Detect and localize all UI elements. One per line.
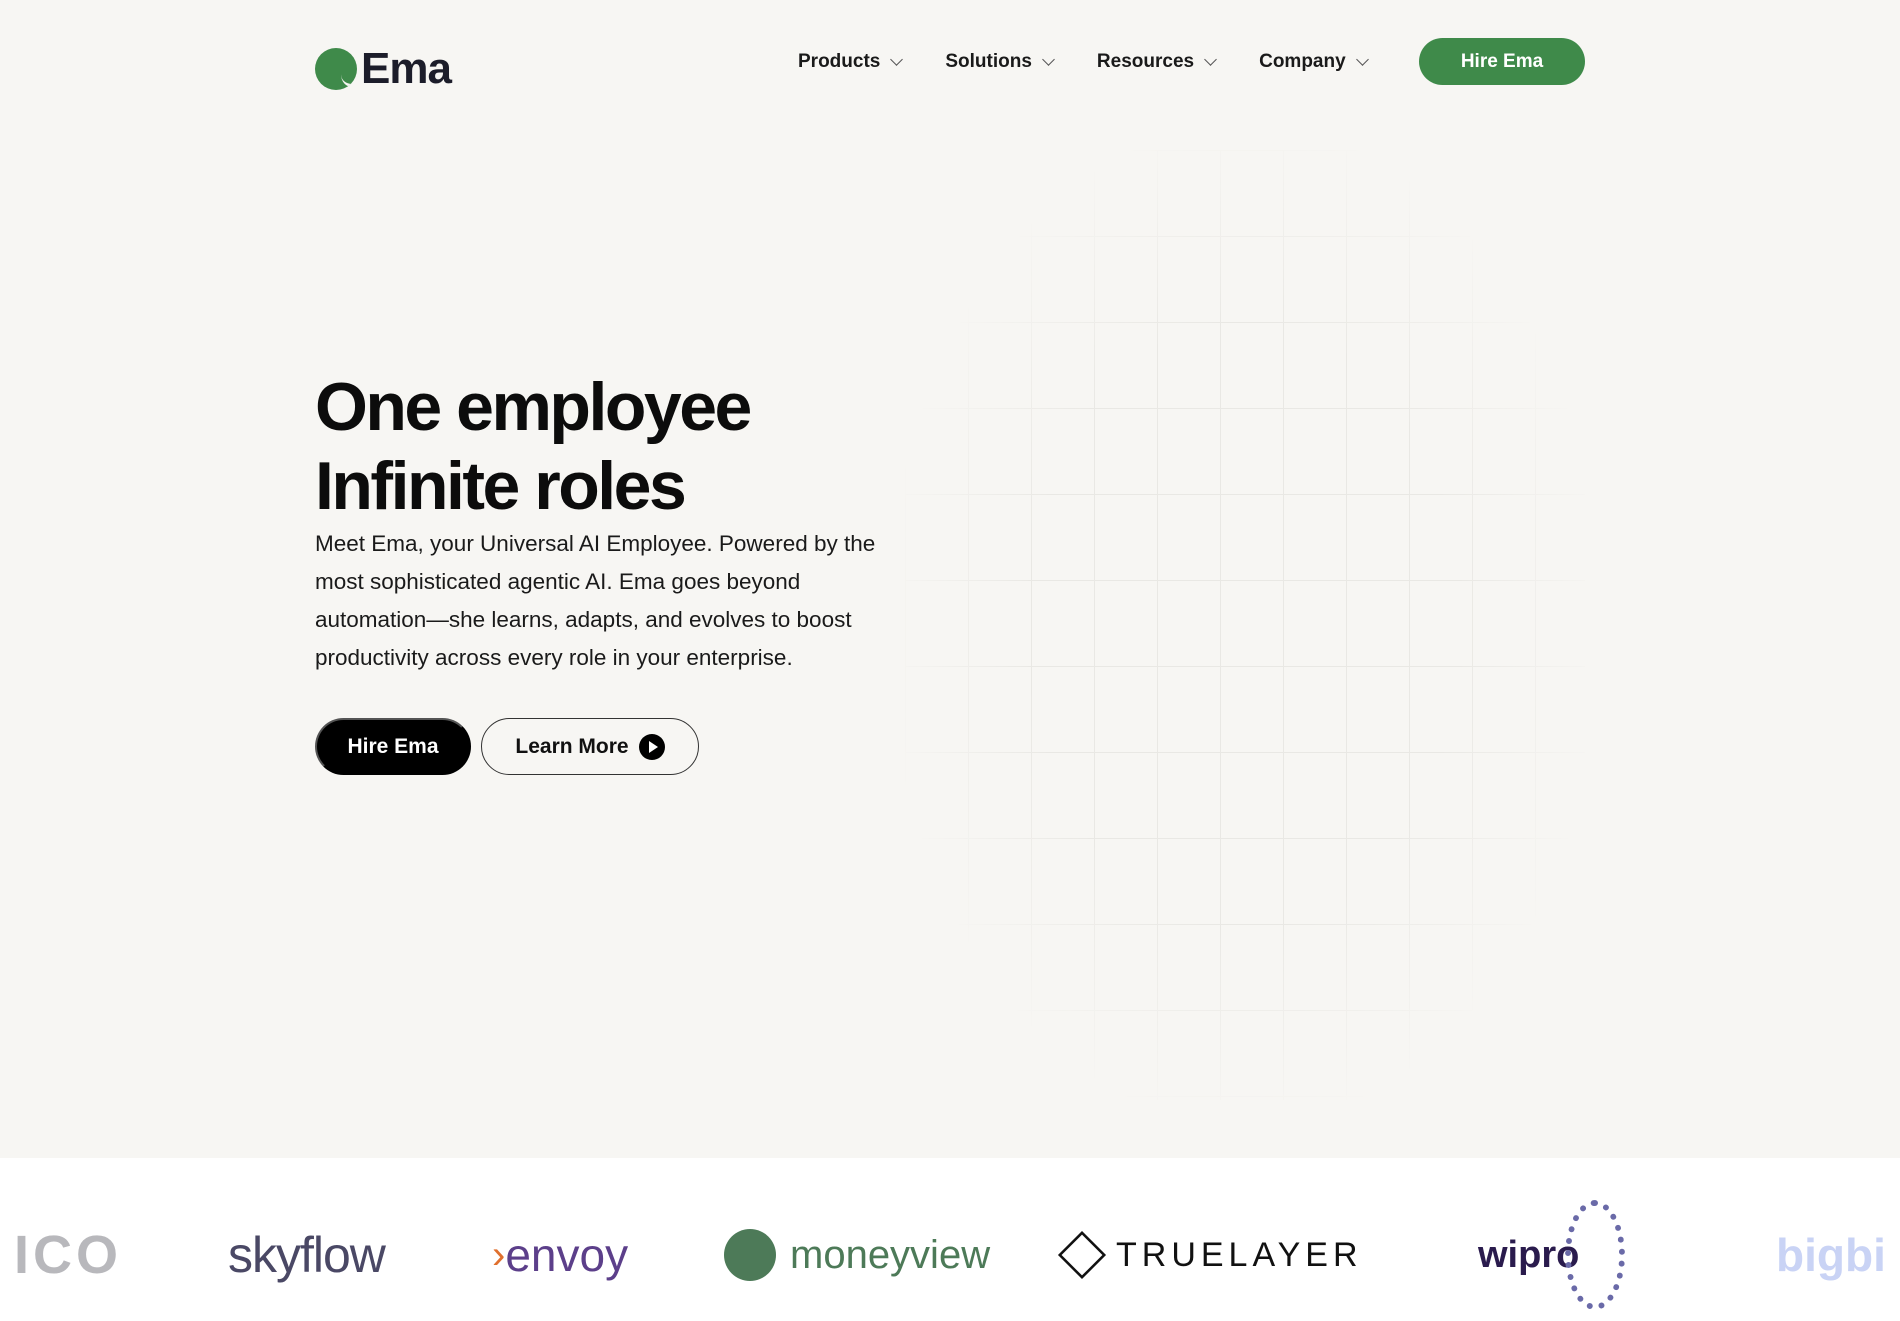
nav-label: Company [1259, 50, 1346, 72]
customer-logo-truelayer: TRUELAYER [1057, 1225, 1363, 1285]
logo-text: Ema [361, 44, 452, 93]
nav-company[interactable]: Company [1259, 50, 1369, 73]
truelayer-text: TRUELAYER [1116, 1235, 1363, 1274]
learn-more-button[interactable]: Learn More [481, 718, 699, 775]
learn-more-label: Learn More [515, 734, 629, 758]
moneyview-text: moneyview [790, 1232, 991, 1277]
nav-label: Resources [1096, 50, 1195, 72]
customer-logo-envoy: › envoy [492, 1225, 628, 1285]
hire-ema-header-button[interactable]: Hire Ema [1419, 38, 1585, 85]
truelayer-mark-icon [1057, 1230, 1107, 1280]
hero-title-line2: Infinite roles [315, 448, 687, 524]
hero-title: One employee Infinite roles [315, 368, 752, 526]
hero-title-line1: One employee [315, 369, 752, 445]
customer-logo-ico: ICO [14, 1225, 123, 1285]
wipro-text: wipro [1478, 1233, 1580, 1276]
moneyview-mark-icon [724, 1229, 776, 1281]
chevron-down-icon [1042, 52, 1055, 66]
play-icon [638, 733, 665, 760]
customer-logo-bigbi: bigbi [1776, 1229, 1886, 1281]
nav-resources[interactable]: Resources [1096, 50, 1217, 73]
chevron-down-icon [1355, 52, 1369, 66]
decorative-grid [905, 150, 1585, 1100]
chevron-down-icon [890, 52, 904, 66]
ema-logo-mark-icon [315, 48, 357, 90]
customer-logo-skyflow: skyflow [228, 1227, 386, 1283]
nav-label: Solutions [945, 50, 1032, 72]
hire-ema-button[interactable]: Hire Ema [315, 718, 471, 775]
chevron-down-icon [1204, 52, 1217, 66]
nav-products[interactable]: Products [798, 50, 904, 73]
main-nav: Products Solutions Resources Company [798, 38, 1411, 85]
envoy-mark-icon: › [492, 1232, 506, 1277]
ema-logo[interactable]: Ema [315, 44, 452, 94]
customer-logo-wipro: wipro [1478, 1200, 1626, 1310]
customer-logo-moneyview: moneyview [724, 1225, 990, 1285]
nav-label: Products [798, 50, 881, 72]
envoy-text: envoy [505, 1229, 629, 1281]
hero-description: Meet Ema, your Universal AI Employee. Po… [315, 531, 876, 670]
nav-solutions[interactable]: Solutions [945, 50, 1055, 73]
wipro-dots-icon [1565, 1200, 1626, 1310]
